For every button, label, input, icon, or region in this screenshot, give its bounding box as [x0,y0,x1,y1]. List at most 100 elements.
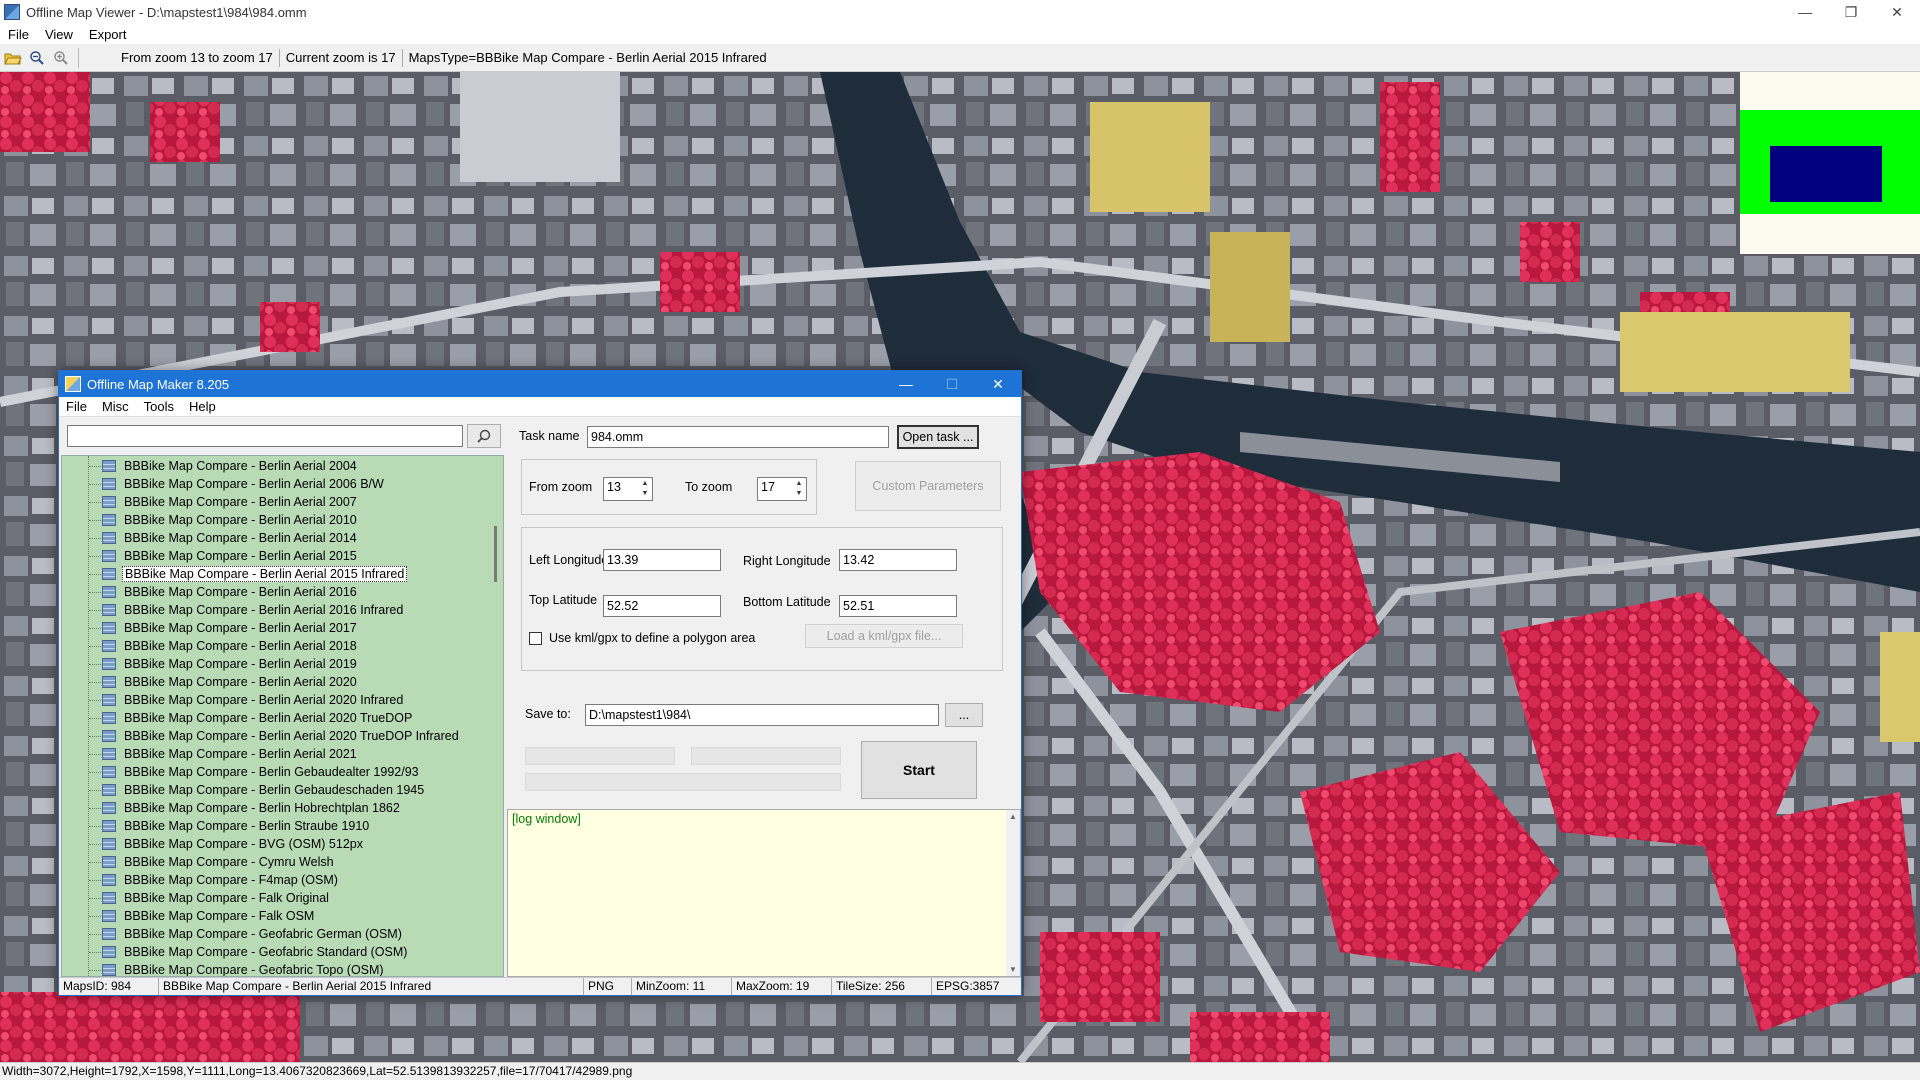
log-window[interactable]: [log window] ▲ ▼ [507,809,1021,977]
overview-viewport[interactable] [1770,146,1882,202]
overview-minimap[interactable] [1740,72,1920,254]
map-list-item-label: BBBike Map Compare - F4map (OSM) [124,873,338,887]
map-list-item[interactable]: BBBike Map Compare - BVG (OSM) 512px [89,835,365,853]
map-list-item[interactable]: BBBike Map Compare - Berlin Aerial 2020 … [89,709,414,727]
load-kml-button[interactable]: Load a kml/gpx file... [805,624,963,648]
dialog-minimize-button[interactable]: — [883,371,929,397]
map-list-item-label: BBBike Map Compare - Berlin Aerial 2016 … [124,603,404,617]
map-list-item-label: BBBike Map Compare - Berlin Gebaudeschad… [124,783,425,797]
map-list-item[interactable]: BBBike Map Compare - Falk Original [89,889,331,907]
from-zoom-down-icon[interactable]: ▼ [639,489,651,499]
map-list-item[interactable]: BBBike Map Compare - Berlin Aerial 2007 [89,493,359,511]
map-source-icon [102,622,116,634]
browse-folder-button[interactable]: ... [945,703,983,727]
close-button[interactable]: ✕ [1874,0,1920,24]
dialog-menu-help[interactable]: Help [182,399,224,414]
map-source-icon [102,874,116,886]
progress-bar-1 [525,747,675,765]
menu-view[interactable]: View [37,27,81,42]
map-list-item[interactable]: BBBike Map Compare - Geofabric Standard … [89,943,409,961]
map-list-item[interactable]: BBBike Map Compare - Geofabric German (O… [89,925,404,943]
start-button[interactable]: Start [861,741,977,799]
map-source-icon [102,784,116,796]
log-scrollbar[interactable]: ▲ ▼ [1006,810,1020,976]
save-path-input[interactable]: D:\mapstest1\984\ [585,704,939,726]
map-list-item[interactable]: BBBike Map Compare - Berlin Aerial 2018 [89,637,359,655]
map-list-item[interactable]: BBBike Map Compare - F4map (OSM) [89,871,340,889]
restore-button[interactable]: ❐ [1828,0,1874,24]
to-zoom-down-icon[interactable]: ▼ [793,489,805,499]
map-list-item[interactable]: BBBike Map Compare - Berlin Aerial 2016 [89,583,359,601]
map-list-item[interactable]: BBBike Map Compare - Berlin Aerial 2014 [89,529,359,547]
viewer-statusbar: Width=3072,Height=1792,X=1598,Y=1111,Lon… [0,1062,1920,1080]
map-list-item[interactable]: BBBike Map Compare - Berlin Aerial 2019 [89,655,359,673]
map-search-input[interactable] [67,425,463,447]
status-max-zoom: MaxZoom: 19 [732,978,832,995]
tree-scrollbar-thumb[interactable] [494,526,497,582]
viewer-titlebar: Offline Map Viewer - D:\mapstest1\984\98… [0,0,1920,24]
map-list-item[interactable]: BBBike Map Compare - Berlin Aerial 2017 [89,619,359,637]
map-list-item[interactable]: BBBike Map Compare - Geofabric Topo (OSM… [89,961,386,976]
dialog-maximize-button[interactable]: ☐ [929,371,975,397]
to-zoom-up-icon[interactable]: ▲ [793,479,805,489]
right-longitude-input[interactable]: 13.42 [839,549,957,571]
bottom-latitude-input[interactable]: 52.51 [839,595,957,617]
map-list-item[interactable]: BBBike Map Compare - Berlin Aerial 2006 … [89,475,386,493]
left-longitude-input[interactable]: 13.39 [603,549,721,571]
map-list-item[interactable]: BBBike Map Compare - Berlin Aerial 2004 [89,457,359,475]
zoom-in-icon[interactable] [50,47,72,69]
tree-connector [89,556,101,557]
map-tree[interactable]: BBBike Map Compare - Berlin Aerial 2004 B… [61,455,504,977]
map-list-item[interactable]: BBBike Map Compare - Berlin Hobrechtplan… [89,799,402,817]
dialog-menu-tools[interactable]: Tools [137,399,182,414]
to-zoom-stepper[interactable]: 17 ▲ ▼ [757,477,807,501]
minimize-button[interactable]: — [1782,0,1828,24]
map-list-item[interactable]: BBBike Map Compare - Berlin Gebaudealter… [89,763,421,781]
tree-scrollbar[interactable] [489,456,503,976]
dialog-menu-misc[interactable]: Misc [95,399,137,414]
tree-connector [89,664,101,665]
map-list-item[interactable]: BBBike Map Compare - Falk OSM [89,907,316,925]
map-list-item[interactable]: BBBike Map Compare - Berlin Aerial 2016 … [89,601,405,619]
map-list-item[interactable]: BBBike Map Compare - Berlin Aerial 2020 … [89,691,405,709]
from-zoom-stepper[interactable]: 13 ▲ ▼ [603,477,653,501]
map-list-item[interactable]: BBBike Map Compare - Berlin Straube 1910 [89,817,371,835]
menu-export[interactable]: Export [81,27,135,42]
tree-connector [89,502,101,503]
task-name-input[interactable]: 984.omm [587,426,889,448]
from-zoom-up-icon[interactable]: ▲ [639,479,651,489]
top-latitude-input[interactable]: 52.52 [603,595,721,617]
map-list-item[interactable]: BBBike Map Compare - Cymru Welsh [89,853,336,871]
map-list-item-label: BBBike Map Compare - Berlin Aerial 2020 … [124,729,459,743]
status-epsg: EPSG:3857 [936,979,1000,993]
map-list-item[interactable]: BBBike Map Compare - Berlin Aerial 2020 [89,673,359,691]
dialog-close-button[interactable]: ✕ [975,371,1021,397]
map-list-item[interactable]: BBBike Map Compare - Berlin Aerial 2010 [89,511,359,529]
map-list-item-label: BBBike Map Compare - Berlin Aerial 2015 … [122,566,408,582]
map-list-item[interactable]: BBBike Map Compare - Berlin Aerial 2015 … [89,565,408,583]
zoom-out-icon[interactable] [26,47,48,69]
custom-parameters-button[interactable]: Custom Parameters [855,461,1001,511]
dialog-titlebar[interactable]: Offline Map Maker 8.205 — ☐ ✕ [59,371,1021,397]
map-list-item[interactable]: BBBike Map Compare - Berlin Aerial 2015 [89,547,359,565]
log-scroll-up-icon[interactable]: ▲ [1009,812,1017,821]
tree-connector [89,628,101,629]
map-list-item[interactable]: BBBike Map Compare - Berlin Aerial 2021 [89,745,359,763]
viewer-title: Offline Map Viewer - D:\mapstest1\984\98… [26,4,307,20]
dialog-menu-file[interactable]: File [59,399,95,414]
open-task-button[interactable]: Open task ... [897,425,979,449]
map-source-icon [102,802,116,814]
menu-file[interactable]: File [0,27,37,42]
use-kml-checkbox[interactable] [529,632,542,645]
open-folder-icon[interactable] [2,47,24,69]
map-source-icon [102,478,116,490]
tree-connector [89,772,101,773]
log-scroll-down-icon[interactable]: ▼ [1009,965,1017,974]
map-list-item[interactable]: BBBike Map Compare - Berlin Gebaudeschad… [89,781,426,799]
search-button[interactable] [467,424,501,448]
map-source-icon [102,838,116,850]
tree-connector [89,808,101,809]
map-list-item[interactable]: BBBike Map Compare - Berlin Aerial 2020 … [89,727,461,745]
map-source-icon [102,712,116,724]
from-zoom-label: From zoom [529,480,593,494]
